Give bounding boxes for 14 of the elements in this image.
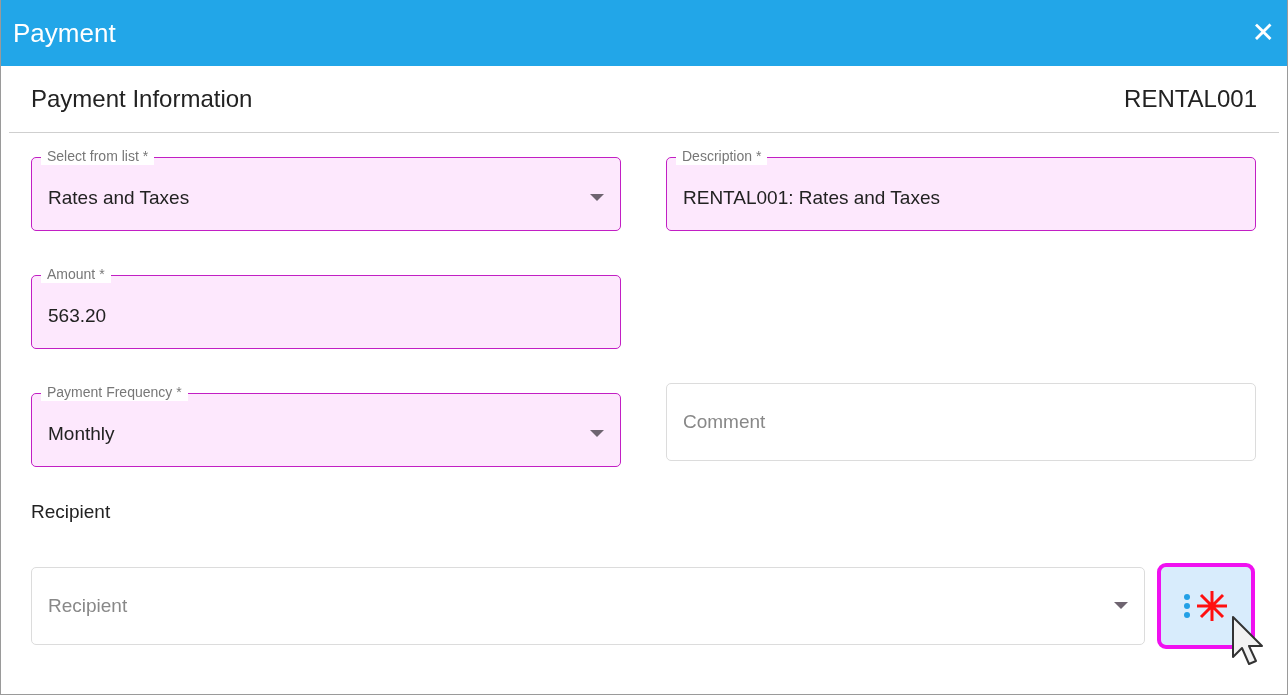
dropdown-caret-icon: [590, 430, 604, 438]
reference-code: RENTAL001: [1124, 85, 1257, 113]
more-options-button[interactable]: [1157, 563, 1255, 649]
select-field[interactable]: Recipient: [31, 567, 1146, 645]
input-field[interactable]: Comment: [666, 383, 1256, 461]
field-label: Select from list *: [41, 147, 155, 165]
section-heading: Recipient: [31, 501, 112, 523]
click-marker-icon: [1196, 590, 1229, 622]
window-title: Payment: [13, 17, 116, 49]
dropdown-caret-icon: [1114, 602, 1129, 610]
section-title: Payment Information: [31, 85, 253, 113]
vertical-dots-icon: [1184, 594, 1191, 618]
field-label: Description *: [676, 147, 768, 165]
dropdown-caret-icon: [590, 194, 604, 202]
